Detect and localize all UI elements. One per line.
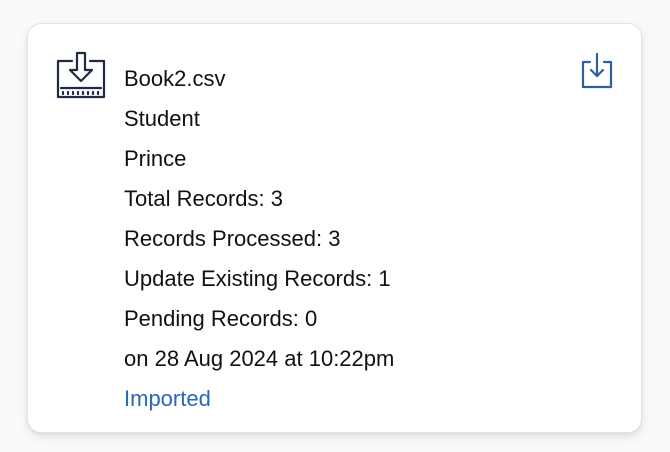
total-records: Total Records: 3 [124,186,283,211]
entity-name: Student [124,106,200,131]
import-status: Imported [124,386,211,411]
update-existing-records: Update Existing Records: 1 [124,266,391,291]
import-card: Book2.csv Student Prince Total Records: … [27,23,642,433]
import-timestamp: on 28 Aug 2024 at 10:22pm [124,346,395,371]
user-name: Prince [124,146,187,171]
import-details: Book2.csv Student Prince Total Records: … [124,59,594,419]
file-name: Book2.csv [124,66,226,91]
pending-records: Pending Records: 0 [124,306,318,331]
import-file-icon [55,50,107,100]
records-processed: Records Processed: 3 [124,226,341,251]
